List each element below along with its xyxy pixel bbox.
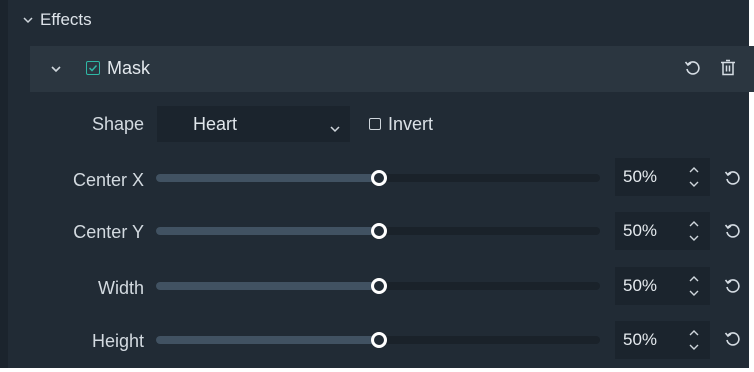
reset-icon[interactable] — [724, 223, 740, 239]
center-x-value-field[interactable]: 50% — [615, 158, 710, 196]
center-x-value: 50% — [623, 167, 658, 186]
width-value: 50% — [623, 276, 658, 295]
chevron-down-icon[interactable] — [22, 15, 34, 25]
effects-title: Effects — [40, 10, 92, 29]
reset-icon[interactable] — [724, 170, 740, 186]
invert-label: Invert — [388, 114, 434, 134]
shape-label: Shape — [91, 114, 144, 134]
reset-icon[interactable] — [724, 331, 740, 347]
slider-thumb[interactable] — [371, 278, 387, 294]
mask-label: Mask — [107, 58, 151, 78]
spin-stepper[interactable] — [688, 327, 700, 353]
mask-effect-row[interactable]: Mask — [30, 46, 754, 92]
param-label-center-x: Center X — [72, 170, 144, 190]
spin-stepper[interactable] — [688, 218, 700, 244]
height-value-field[interactable]: 50% — [615, 321, 710, 359]
height-value: 50% — [623, 330, 658, 349]
param-label-center-y: Center Y — [73, 222, 144, 242]
spin-stepper[interactable] — [688, 164, 700, 190]
slider-thumb[interactable] — [371, 332, 387, 348]
invert-checkbox[interactable] — [369, 118, 381, 130]
width-slider[interactable] — [156, 278, 600, 294]
shape-select-value: Heart — [193, 114, 238, 134]
spin-stepper[interactable] — [688, 273, 700, 299]
effects-panel: Effects Mask Shape Heart Invert Center X… — [0, 0, 754, 368]
slider-fill — [156, 174, 378, 182]
shape-select[interactable]: Heart — [157, 106, 350, 142]
slider-fill — [156, 227, 378, 235]
effects-section-header[interactable]: Effects — [22, 10, 92, 30]
slider-thumb[interactable] — [371, 170, 387, 186]
height-slider[interactable] — [156, 332, 600, 348]
width-value-field[interactable]: 50% — [615, 267, 710, 305]
center-y-slider[interactable] — [156, 223, 600, 239]
checkbox-checked-icon — [88, 64, 98, 72]
reset-icon[interactable] — [684, 60, 700, 76]
param-label-width: Width — [97, 278, 144, 298]
center-x-slider[interactable] — [156, 170, 600, 186]
param-label-height: Height — [91, 331, 144, 351]
reset-icon[interactable] — [724, 278, 740, 294]
chevron-down-icon — [330, 120, 340, 133]
center-y-value-field[interactable]: 50% — [615, 212, 710, 250]
slider-thumb[interactable] — [371, 223, 387, 239]
slider-fill — [156, 282, 378, 290]
center-y-value: 50% — [623, 221, 658, 240]
slider-fill — [156, 336, 378, 344]
mask-enable-checkbox[interactable] — [86, 61, 100, 75]
chevron-down-icon[interactable] — [50, 63, 62, 75]
trash-icon[interactable] — [720, 59, 736, 76]
